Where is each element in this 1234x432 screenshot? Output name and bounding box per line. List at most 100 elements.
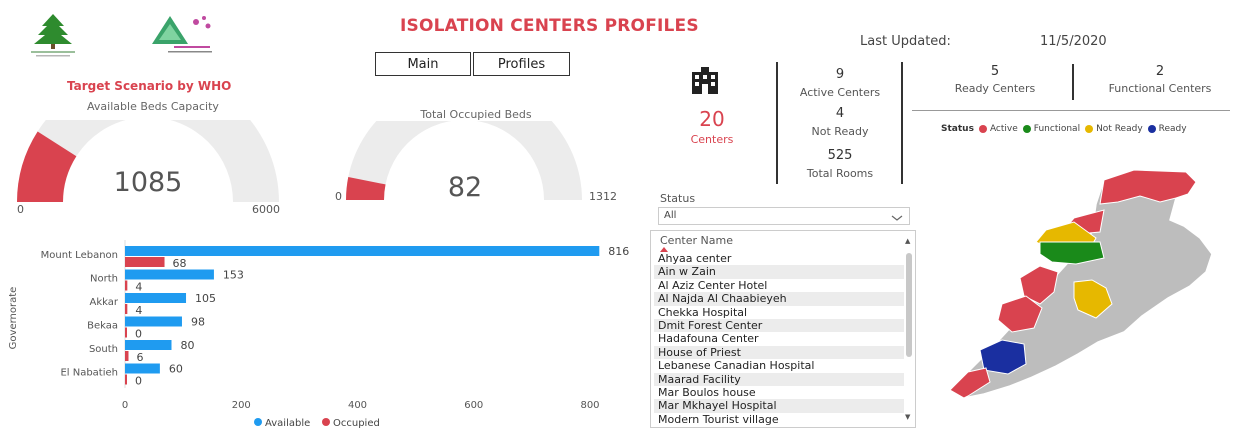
legend-label: Active — [989, 124, 1018, 134]
center-list-item[interactable]: Ahyaa center — [654, 252, 904, 265]
data-label-occupied: 0 — [135, 375, 142, 388]
data-label-available: 105 — [195, 292, 216, 305]
category-label: Mount Lebanon — [41, 250, 118, 261]
center-list-item[interactable]: Modern Tourist village — [654, 413, 904, 426]
bar-occupied — [125, 374, 127, 385]
capacity-gauge-max: 6000 — [252, 203, 280, 216]
center-list-item[interactable]: House of Priest — [654, 345, 904, 360]
center-list-item[interactable]: Mar Boulos house — [654, 386, 904, 399]
legend-item-active[interactable]: Active — [978, 124, 1018, 134]
functional-centers-label: Functional Centers — [1108, 82, 1212, 95]
legend-item-functional[interactable]: Functional — [1022, 124, 1081, 134]
center-list-item[interactable]: Hadafouna Center — [654, 332, 904, 345]
bar-occupied — [125, 257, 165, 267]
legend-label-available: Available — [265, 418, 310, 428]
ready-centers-label: Ready Centers — [954, 82, 1036, 95]
status-filter-value: All — [664, 210, 677, 221]
lebanon-cedar-logo — [28, 12, 78, 58]
capacity-gauge-title: Available Beds Capacity — [87, 100, 219, 113]
category-label: El Nabatieh — [60, 368, 118, 379]
data-label-occupied: 4 — [135, 304, 142, 317]
center-list-item[interactable]: Lebanese Canadian Hospital — [654, 359, 904, 372]
bar-available — [125, 363, 160, 374]
center-list-item[interactable]: Maarad Facility — [654, 372, 904, 386]
page-title: ISOLATION CENTERS PROFILES — [400, 16, 699, 36]
active-centers-value: 9 — [835, 67, 845, 82]
status-filter-dropdown[interactable]: All — [658, 207, 910, 225]
category-label: South — [89, 344, 118, 355]
chevron-down-icon — [891, 209, 903, 221]
center-list-item[interactable]: Chekka Hospital — [654, 306, 904, 319]
committee-logo — [144, 12, 216, 58]
center-list-item[interactable]: Dmit Forest Center — [654, 318, 904, 333]
category-label: North — [90, 274, 118, 285]
capacity-gauge-value: 1085 — [113, 167, 183, 198]
legend-label: Functional — [1033, 124, 1081, 134]
legend-dot — [1022, 125, 1031, 133]
bar-occupied — [125, 304, 128, 314]
last-updated-value: 11/5/2020 — [1040, 34, 1107, 49]
capacity-gauge-min: 0 — [17, 203, 24, 216]
legend-label: Not Ready — [1096, 124, 1143, 134]
x-tick-label: 400 — [348, 400, 367, 411]
main-button[interactable]: Main — [375, 52, 471, 76]
bar-available — [125, 293, 187, 303]
occupied-gauge-value: 82 — [447, 172, 483, 203]
bar-occupied — [125, 351, 129, 361]
total-rooms-label: Total Rooms — [806, 167, 874, 180]
legend-dot — [978, 125, 987, 133]
data-label-occupied: 0 — [135, 328, 142, 341]
legend-item-ready[interactable]: Ready — [1147, 124, 1187, 134]
y-axis-title: Governorate — [8, 287, 19, 350]
legend-dot — [1147, 125, 1156, 133]
bar-available — [125, 340, 172, 350]
data-label-available: 153 — [223, 269, 244, 282]
lebanon-map[interactable] — [928, 168, 1234, 400]
legend-marker-occupied — [322, 418, 330, 426]
x-tick-label: 800 — [580, 400, 599, 411]
ready-centers-value: 5 — [990, 64, 1000, 79]
data-label-occupied: 68 — [173, 257, 187, 270]
status-legend: Status Active Functional Not Ready Ready — [941, 124, 1187, 134]
bar-available — [125, 246, 600, 256]
divider — [912, 110, 1230, 111]
data-label-available: 98 — [191, 316, 205, 329]
building-icon — [690, 66, 720, 94]
total-rooms-value: 525 — [827, 148, 853, 163]
center-list-item[interactable]: Ain w Zain — [654, 265, 904, 279]
divider — [1072, 64, 1074, 100]
occupied-gauge-title: Total Occupied Beds — [420, 108, 532, 121]
scrollbar-thumb[interactable] — [906, 253, 912, 357]
scroll-down-icon[interactable]: ▼ — [905, 413, 913, 421]
center-list-rows: Ahyaa center Ain w Zain Al Aziz Center Hot… — [654, 252, 904, 426]
legend-label-occupied: Occupied — [333, 418, 380, 428]
target-scenario-subtitle: Target Scenario by WHO — [67, 79, 232, 93]
status-filter-label: Status — [660, 192, 696, 205]
center-list-header[interactable]: Center Name — [660, 234, 733, 247]
legend-dot — [1085, 125, 1094, 133]
legend-marker-available — [254, 418, 262, 426]
total-centers-label: Centers — [690, 133, 734, 146]
data-label-occupied: 4 — [135, 281, 142, 294]
category-label: Akkar — [90, 297, 119, 308]
occupied-gauge-min: 0 — [335, 190, 342, 203]
x-tick-label: 0 — [122, 400, 128, 411]
legend-item-not-ready[interactable]: Not Ready — [1085, 124, 1143, 134]
not-ready-label: Not Ready — [811, 125, 869, 138]
center-list-item[interactable]: Al Aziz Center Hotel — [654, 279, 904, 292]
x-tick-label: 600 — [464, 400, 483, 411]
data-label-available: 816 — [608, 245, 629, 258]
scroll-up-icon[interactable]: ▲ — [905, 237, 913, 245]
bar-available — [125, 269, 214, 280]
functional-centers-value: 2 — [1155, 64, 1165, 79]
center-list-item[interactable]: Al Najda Al Chaabieyeh — [654, 292, 904, 306]
bar-occupied — [125, 327, 127, 338]
status-legend-title: Status — [941, 124, 974, 134]
governorate-bar-chart: Governorate Mount Lebanon 816 68 North 153 4 Ak… — [0, 240, 640, 429]
active-centers-label: Active Centers — [799, 86, 881, 99]
center-list: Center Name Ahyaa center Ain w Zain Al Azi… — [650, 230, 916, 428]
legend-label: Ready — [1158, 124, 1187, 134]
center-list-item[interactable]: Mar Mkhayel Hospital — [654, 399, 904, 413]
profiles-button[interactable]: Profiles — [473, 52, 570, 76]
occupied-gauge-max: 1312 — [589, 190, 617, 203]
